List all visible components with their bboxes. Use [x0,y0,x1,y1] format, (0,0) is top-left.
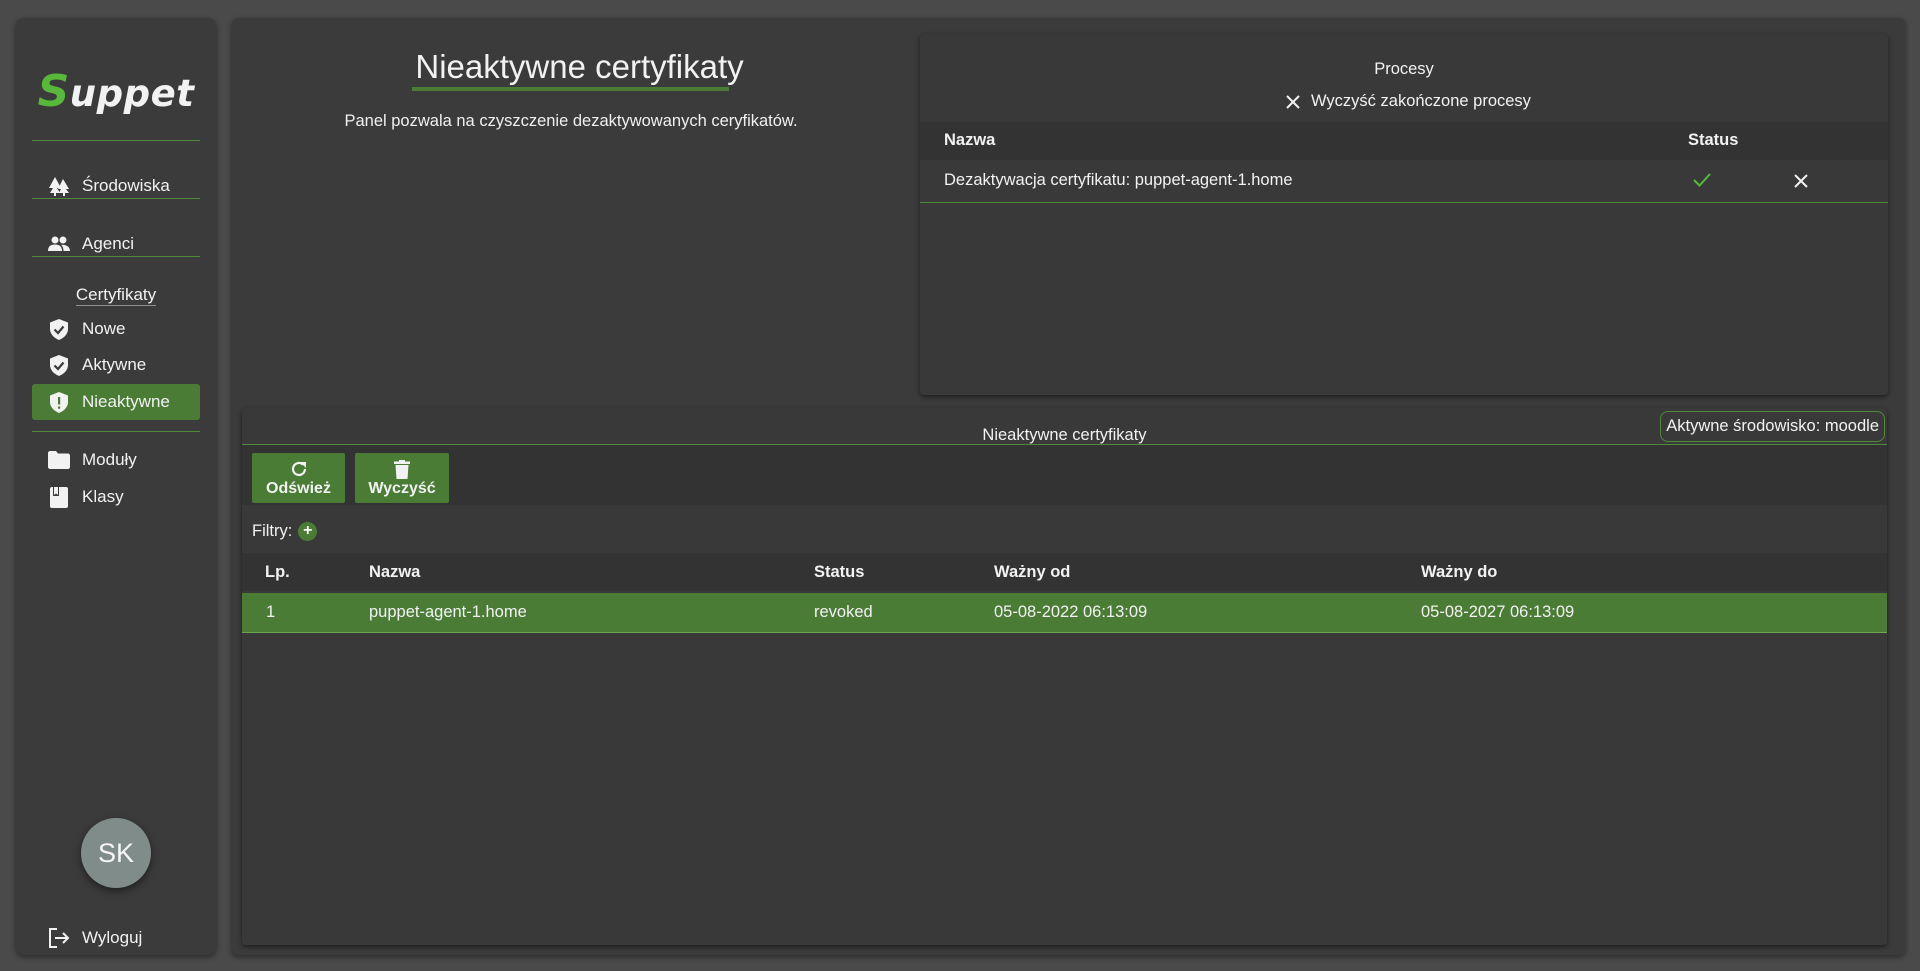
sidebar-divider [32,256,200,257]
sidebar-item-label: Nowe [82,319,126,338]
clear-label: Wyczyść [368,480,436,497]
cell-lp: 1 [266,603,276,621]
add-filter-button[interactable]: + [298,521,318,541]
cell-valid-from: 05-08-2022 06:13:09 [994,603,1148,621]
processes-row-divider [920,202,1888,203]
cell-name: puppet-agent-1.home [369,603,527,621]
sidebar-item-label: Moduły [82,450,137,469]
app-logo[interactable]: Suppet [16,66,216,117]
column-header-name: Nazwa [369,562,421,581]
sidebar-item-nieaktywne[interactable]: Nieaktywne [32,384,200,420]
processes-title: Procesy [1374,60,1434,78]
logout-label: Wyloguj [82,928,143,947]
page-title-underline [412,87,729,91]
certificates-title: Nieaktywne certyfikaty [982,426,1147,444]
toolbar: Odśwież Wyczyść [242,445,1887,505]
clear-finished-processes-button[interactable]: Wyczyść zakończone procesy [1285,92,1531,111]
section-label-certyfikaty: Certyfikaty [75,285,157,306]
column-header-status: Status [814,562,865,581]
close-icon [1794,174,1808,188]
refresh-button[interactable]: Odśwież [252,453,345,503]
sidebar-item-label: Agenci [82,234,134,253]
filters-label: Filtry: [252,521,293,540]
sidebar-item-label: Środowiska [82,176,170,195]
column-header-status: Status [1688,131,1739,149]
main-content: Nieaktywne certyfikaty Panel pozwala na … [232,18,1905,955]
sidebar-divider [32,431,200,432]
sidebar-item-moduly[interactable]: Moduły [32,442,200,478]
book-icon [48,486,70,508]
sidebar-item-klasy[interactable]: Klasy [32,479,200,515]
logout-button[interactable]: Wyloguj [32,920,200,956]
sidebar-divider [32,140,200,141]
certificates-panel: Nieaktywne certyfikaty Aktywne środowisk… [242,408,1887,945]
column-header-name: Nazwa [944,131,996,149]
sidebar-item-label: Nieaktywne [82,392,170,411]
cell-status: revoked [814,603,873,621]
sidebar-item-label: Aktywne [82,355,147,374]
remove-process-button[interactable] [1793,173,1809,194]
page-title: Nieaktywne certyfikaty [415,48,744,85]
people-icon [48,233,70,255]
active-environment-badge: Aktywne środowisko: moodle [1660,411,1885,442]
clear-finished-label: Wyczyść zakończone procesy [1311,92,1531,110]
close-icon [1285,94,1301,110]
sidebar-item-label: Klasy [82,487,124,506]
folder-icon [48,449,70,471]
sidebar-divider [32,198,200,199]
sidebar-item-nowe[interactable]: Nowe [32,311,200,347]
shield-alert-icon [48,391,70,413]
certificates-table-header: Lp. Nazwa Status Ważny od Ważny do [242,553,1887,591]
table-row: Dezaktywacja certyfikatu: puppet-agent-1… [920,160,1888,202]
refresh-label: Odśwież [266,480,331,497]
logout-icon [48,927,70,949]
shield-check-icon [48,318,70,340]
processes-table-header: Nazwa Status [920,122,1888,160]
check-icon [1692,172,1712,193]
trash-icon [394,458,410,480]
avatar[interactable]: SK [81,818,151,888]
clear-button[interactable]: Wyczyść [355,453,449,503]
sidebar: Suppet Środowiska Agenci Certyfikaty Now… [16,18,216,955]
column-header-valid-from: Ważny od [994,562,1071,581]
cell-valid-to: 05-08-2027 06:13:09 [1421,603,1575,621]
sidebar-item-aktywne[interactable]: Aktywne [32,347,200,383]
refresh-icon [290,458,308,480]
column-header-valid-to: Ważny do [1421,562,1498,581]
table-row[interactable]: 1 puppet-agent-1.home revoked 05-08-2022… [242,593,1887,633]
column-header-lp: Lp. [265,562,290,581]
processes-panel: Procesy Wyczyść zakończone procesy Nazwa… [920,34,1888,395]
process-name: Dezaktywacja certyfikatu: puppet-agent-1… [944,171,1293,189]
filters-bar: Filtry: + [242,512,1887,550]
page-description: Panel pozwala na czyszczenie dezaktywowa… [344,112,798,130]
trees-icon [48,175,70,197]
shield-check-icon [48,354,70,376]
